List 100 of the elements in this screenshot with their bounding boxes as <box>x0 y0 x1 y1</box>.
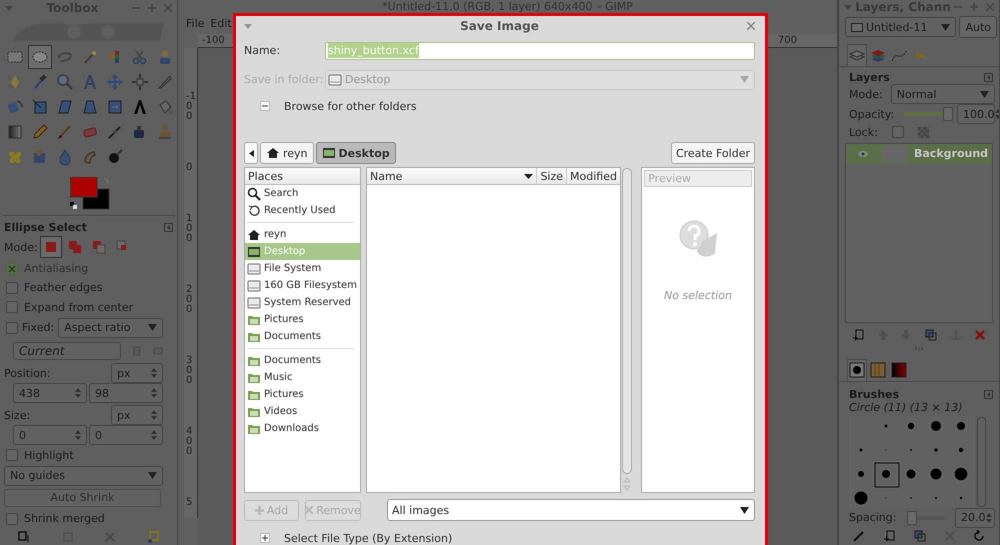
checkbox[interactable] <box>6 449 18 462</box>
new-brush-icon[interactable] <box>884 530 896 542</box>
gradient-icon <box>6 122 24 141</box>
file-filter-dropdown[interactable]: All images <box>387 499 755 521</box>
new-layer-icon[interactable] <box>853 329 865 342</box>
preview-header: Preview <box>644 170 752 187</box>
compass-icon <box>81 72 99 91</box>
place-item[interactable]: Music <box>245 369 360 386</box>
dodge-icon <box>106 148 124 166</box>
slider-thumb[interactable] <box>907 510 918 525</box>
column-header[interactable]: Size <box>537 168 568 185</box>
column-header[interactable]: Places <box>245 168 360 185</box>
close-icon[interactable] <box>164 4 172 12</box>
ruler-label: 5 <box>186 498 194 508</box>
sort-arrow-icon <box>524 174 534 178</box>
duplicate-icon[interactable] <box>924 329 937 342</box>
checkbox[interactable] <box>892 126 904 138</box>
tool-button[interactable] <box>28 44 52 69</box>
ruler-label: 700 <box>778 34 797 47</box>
panel-title: Ellipse Select <box>4 221 87 234</box>
place-item[interactable]: reyn <box>245 226 360 243</box>
move-arrows-icon <box>106 72 124 91</box>
dropdown-arrow-icon <box>148 324 157 332</box>
place-item[interactable]: File System <box>245 260 360 277</box>
column-header[interactable]: Name <box>367 168 538 185</box>
place-item[interactable]: Recently Used <box>245 202 360 219</box>
spin-arrows-icon <box>151 409 157 422</box>
reset-icon[interactable] <box>146 530 159 543</box>
browse-label[interactable]: Browse for other folders <box>284 100 417 112</box>
delete-icon[interactable] <box>974 330 985 340</box>
dropdown-arrow-icon <box>148 472 157 480</box>
expander-toggle[interactable] <box>260 533 270 543</box>
checkbox[interactable] <box>6 322 18 334</box>
scale-icon <box>31 98 49 116</box>
maximize-icon <box>148 4 156 12</box>
checkbox[interactable] <box>6 282 18 294</box>
panel-menu-icon[interactable] <box>984 390 993 399</box>
drive-icon <box>247 296 261 310</box>
dialog-title: Save Image <box>460 19 539 33</box>
home-icon <box>266 146 280 160</box>
spin-arrows-icon <box>151 387 157 400</box>
checkbox-label: Shrink merged <box>24 512 105 526</box>
image-thumbnail-icon <box>851 22 863 32</box>
place-item[interactable]: Search <box>245 185 360 202</box>
place-item[interactable]: System Reserved <box>245 294 360 311</box>
selection-mode-icon <box>68 240 82 254</box>
knife-icon <box>156 72 174 91</box>
place-item[interactable]: Documents <box>245 352 360 369</box>
save-options-icon[interactable] <box>18 530 30 543</box>
gradient-swatch-icon <box>890 361 908 380</box>
pencil-icon <box>31 122 49 141</box>
panel-menu-icon[interactable] <box>164 223 173 232</box>
minus-icon <box>262 103 268 109</box>
panel-title: Layers <box>849 71 890 84</box>
checkerboard-icon <box>918 126 929 138</box>
refresh-icon[interactable] <box>973 530 985 542</box>
slider-thumb[interactable] <box>942 107 953 122</box>
plus-icon <box>262 535 268 541</box>
ruler-label: 100 <box>186 214 194 244</box>
dock-tab[interactable] <box>847 44 867 66</box>
checkbox[interactable] <box>6 512 18 525</box>
duplicate-icon[interactable] <box>914 530 926 542</box>
place-item[interactable]: 160 GB Filesystem <box>245 277 360 294</box>
close-icon[interactable] <box>747 22 755 30</box>
checkbox[interactable] <box>6 301 18 314</box>
dock-tab[interactable] <box>847 358 867 381</box>
place-item[interactable]: Pictures <box>245 311 360 328</box>
close-icon[interactable] <box>986 3 994 12</box>
plus-icon <box>254 506 264 514</box>
column-header[interactable]: Modified <box>567 168 620 185</box>
eye-icon <box>858 150 868 157</box>
rotate-icon <box>6 98 24 116</box>
panel-title: Brushes <box>849 388 900 401</box>
path-button[interactable]: reyn <box>260 142 314 164</box>
mode-button[interactable] <box>40 236 62 258</box>
place-item[interactable]: Documents <box>245 328 360 345</box>
checkbox[interactable] <box>6 262 18 275</box>
dropdown-arrow-icon <box>941 24 950 31</box>
scrollbar[interactable] <box>977 416 986 507</box>
path-button[interactable]: Desktop <box>316 142 396 164</box>
maximize-icon <box>970 3 978 12</box>
edit-brush-icon[interactable] <box>853 530 865 542</box>
spin-arrows-icon <box>75 429 81 442</box>
search-icon <box>247 186 261 200</box>
spin-arrows-icon <box>151 429 157 442</box>
file-type-label[interactable]: Select File Type (By Extension) <box>284 532 452 544</box>
place-item[interactable]: Downloads <box>245 420 360 437</box>
expander-toggle[interactable] <box>260 101 270 111</box>
create-folder-button[interactable]: Create Folder <box>670 142 755 164</box>
place-item[interactable]: Pictures <box>245 386 360 403</box>
place-item[interactable]: Videos <box>245 403 360 420</box>
menu-triangle-icon <box>244 24 252 28</box>
ruler-label: -100 <box>186 92 196 122</box>
remove-icon <box>305 506 314 514</box>
shear-icon <box>56 98 74 116</box>
scrollbar[interactable] <box>622 168 632 474</box>
panel-menu-icon[interactable] <box>984 73 993 82</box>
ruler-label: -100 <box>202 34 225 47</box>
selection-mode-icon <box>92 240 106 254</box>
back-button[interactable] <box>244 142 258 164</box>
